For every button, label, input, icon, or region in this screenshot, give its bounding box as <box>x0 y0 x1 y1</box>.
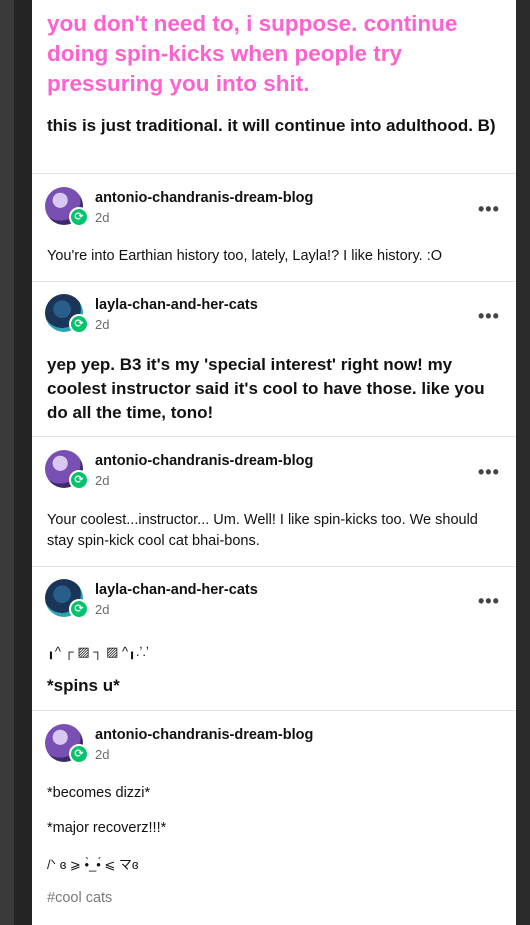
post-text-line: *becomes dizzi* <box>47 785 151 801</box>
divider <box>32 281 516 282</box>
username-link[interactable]: layla-chan-and-her-cats <box>95 297 258 313</box>
post-thread-card: you don't need to, i suppose. continue d… <box>32 0 516 925</box>
timestamp[interactable]: 2d <box>95 210 109 225</box>
right-gutter <box>516 0 530 925</box>
timestamp[interactable]: 2d <box>95 747 109 762</box>
reblog-icon: ⟳ <box>69 744 89 764</box>
reblog-icon: ⟳ <box>69 470 89 490</box>
reblog-icon: ⟳ <box>69 207 89 227</box>
username-link[interactable]: antonio-chandranis-dream-blog <box>95 727 313 743</box>
username-link[interactable]: antonio-chandranis-dream-blog <box>95 190 313 206</box>
more-options-icon[interactable]: ••• <box>478 592 500 610</box>
timestamp[interactable]: 2d <box>95 602 109 617</box>
divider <box>32 566 516 567</box>
username-link[interactable]: antonio-chandranis-dream-blog <box>95 453 313 469</box>
pink-colored-text: you don't need to, i suppose. continue d… <box>47 11 458 96</box>
post-text: You're into Earthian history too, lately… <box>47 248 443 264</box>
post-text: *spins u* <box>47 676 120 695</box>
divider <box>32 436 516 437</box>
post-text-line: *major recoverz!!!* <box>47 820 167 836</box>
more-options-icon[interactable]: ••• <box>478 307 500 325</box>
post-text: Your coolest...instructor... Um. Well! I… <box>47 512 478 549</box>
username-link[interactable]: layla-chan-and-her-cats <box>95 582 258 598</box>
divider <box>32 710 516 711</box>
reblog-icon: ⟳ <box>69 599 89 619</box>
bold-reply-text: this is just traditional. it will contin… <box>47 116 496 135</box>
left-gutter-inner <box>14 0 32 925</box>
emoticon-text: ╻^ ┌ ▨ ┐ ▨ ^╻.ʼ.ʼ <box>47 644 149 659</box>
timestamp[interactable]: 2d <box>95 473 109 488</box>
more-options-icon[interactable]: ••• <box>478 463 500 481</box>
left-gutter <box>0 0 14 925</box>
reblog-icon: ⟳ <box>69 314 89 334</box>
timestamp[interactable]: 2d <box>95 317 109 332</box>
more-options-icon[interactable]: ••• <box>478 200 500 218</box>
emoticon-text: /ᐠ ɞ ⩾ •̀_•́ ⩽ マɞ <box>47 857 139 872</box>
tag-link[interactable]: #cool cats <box>47 890 112 906</box>
post-text: yep yep. B3 it's my 'special interest' r… <box>47 355 485 422</box>
divider <box>32 173 516 174</box>
